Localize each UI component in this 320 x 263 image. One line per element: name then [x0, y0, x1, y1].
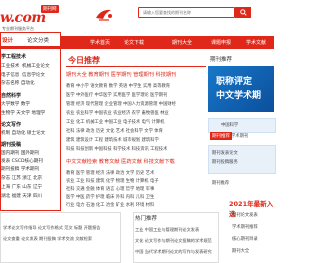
nav-item-journals[interactable]: 期刊大全: [172, 39, 192, 46]
category-heading[interactable]: 期刊投稿: [1, 141, 21, 148]
nav-item-projects[interactable]: 课题申报: [211, 39, 231, 46]
category-link[interactable]: 期刊投稿 学术期刊: [1, 166, 39, 172]
emblem-icon: [96, 9, 112, 21]
category-link[interactable]: 大学数学 数学: [1, 101, 30, 107]
nav-item-home[interactable]: 学术首页: [90, 39, 110, 46]
category-link[interactable]: 信息学论文: [22, 72, 45, 78]
featured-links[interactable]: 期刊大全 教育期刊 医学期刊 管理期刊 科技期刊: [66, 71, 176, 78]
search-input[interactable]: [139, 8, 234, 17]
logo-badge: 期刊网: [41, 5, 59, 13]
side-item[interactable]: 期刊投稿服务: [212, 159, 238, 165]
featured-links[interactable]: 中文文献检索 教育文献 医药文献 科技文献下载: [66, 158, 175, 165]
category-link[interactable]: 湖北 福建 天津 四川: [1, 193, 42, 199]
tab-design[interactable]: 设计: [2, 36, 13, 44]
category-link[interactable]: 发表 CSCD核心期刊: [1, 158, 43, 164]
category-link[interactable]: 机械工业论文: [22, 63, 50, 69]
list-item[interactable]: 工业 化工 机械工业 中国工业 电子技术 电气 计算机: [66, 119, 164, 125]
year-item[interactable]: 期刊大全: [232, 248, 249, 254]
category-link[interactable]: 上海 广东 山东 辽宁: [1, 184, 42, 190]
nav-item-literature[interactable]: 学术文献: [246, 39, 266, 46]
list-item[interactable]: 行业 电力 石油 化工 冶金 矿业 水利 环境 材料: [66, 202, 154, 208]
side-card[interactable]: [208, 118, 276, 133]
hot-title: 热门推荐: [135, 216, 158, 222]
list-item[interactable]: 农业 农业科学 中国农业 农业经济 农学 畜牧兽医 林业: [66, 110, 169, 116]
list-item[interactable]: 社科 交通 金融 体育 语言 心理 哲学 地理 军事: [66, 186, 154, 192]
list-item[interactable]: 管理 经济 现代管理 企业管理 中国人力资源管理 中国财经: [66, 101, 176, 107]
list-item[interactable]: 农业 工业 科技 建筑 化学 物理 生物 计算机 电子: [66, 178, 159, 184]
search-icon: [239, 9, 247, 16]
category-link[interactable]: 工业技术: [1, 63, 19, 69]
side-item[interactable]: 学术期刊: [231, 133, 248, 139]
side-tag: 期刊推荐: [210, 132, 232, 140]
year-item[interactable]: 期刊论文发表: [232, 212, 258, 218]
list-item[interactable]: 社科 法律 政治 历史 文化 艺术 社会科学 文学 体育: [66, 128, 163, 134]
list-item[interactable]: 医学 中医 药学 护理 临床 外科 内科 儿科 卫生: [66, 194, 154, 200]
list-item[interactable]: 建筑 建筑设计 工程 建筑技术 城市规划 建筑科学: [66, 137, 159, 143]
title-underline: [66, 66, 206, 67]
banner-line2: 中文学术期: [216, 91, 262, 101]
tab-paper-categories[interactable]: 论文分类: [27, 36, 49, 44]
list-item[interactable]: 医学 中外医疗 中华医学 实用医学 医学理论 医学期刊: [66, 92, 167, 98]
list-item[interactable]: 教育 中小学 语文教育 数学 英语 中学生 实用 高等教育: [66, 83, 170, 89]
nav-item-papers[interactable]: 论文下载: [124, 39, 144, 46]
hot-item[interactable]: 中国 当代学术期刊论文的写作与发表研究: [135, 249, 212, 255]
category-heading[interactable]: 自然科学: [1, 92, 21, 99]
hot-item[interactable]: 工业 中国工业与管理期刊论文发表: [135, 227, 199, 233]
side-item[interactable]: 中国科学: [221, 122, 238, 128]
category-heading[interactable]: 论文写作: [1, 121, 21, 128]
side-item[interactable]: 期刊推荐: [212, 180, 229, 186]
list-item[interactable]: 科技 科技创新 中国科技 科学技术 科技资讯 工程技术: [66, 146, 167, 152]
hot-item[interactable]: 文化 论文写作与期刊论文投稿的学术规范: [135, 238, 212, 244]
category-link[interactable]: 电子信息: [1, 72, 19, 78]
today-title: 今日推荐: [68, 56, 100, 65]
year-item[interactable]: 核心期刊目录: [232, 236, 258, 242]
bottom-row[interactable]: 学术论文写作指导 论文写作格式 范文 标题 开题报告: [3, 225, 100, 231]
category-link[interactable]: 机制 自动化 硕士论文: [1, 130, 45, 136]
right-title: 期刊推荐: [210, 57, 233, 63]
category-link[interactable]: 国内期刊 国外期刊: [1, 150, 39, 156]
category-heading[interactable]: 学工程技术: [1, 53, 26, 60]
year-item[interactable]: 学术期刊推荐: [232, 224, 258, 230]
promo-banner[interactable]: 职称评定 中文学术期: [208, 66, 274, 112]
side-item[interactable]: 期刊发表论文: [212, 150, 238, 156]
search-button[interactable]: [235, 7, 251, 18]
banner-line1: 职称评定: [216, 77, 253, 87]
category-link[interactable]: 杂志名称 自动化: [1, 80, 35, 86]
logo[interactable]: w.com: [0, 10, 46, 26]
category-link[interactable]: 杂志 江苏 浙江 北京: [1, 175, 42, 181]
search-box[interactable]: [138, 7, 235, 18]
category-link[interactable]: 生物学 天文学 地理学: [1, 110, 45, 116]
list-item[interactable]: 教育 医学 管理 经济 法律 政治 文学 历史 艺术: [66, 170, 154, 176]
bottom-row[interactable]: 论文查重 论文发表 期刊投稿 学术交流 文献检索: [3, 236, 92, 242]
